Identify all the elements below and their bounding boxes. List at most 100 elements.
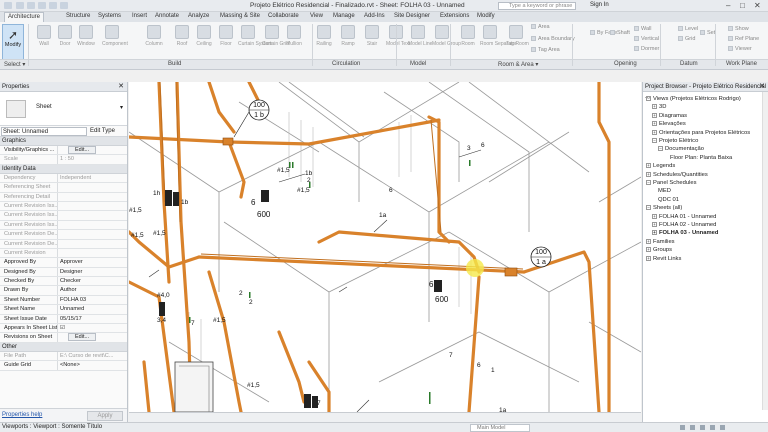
browser-item[interactable]: + Revit Links: [646, 255, 681, 262]
browser-item[interactable]: + Groups: [646, 247, 672, 253]
ribbon-group-label[interactable]: Circulation: [332, 61, 360, 67]
expand-icon[interactable]: +: [652, 129, 657, 135]
ribbon-tool-ramp[interactable]: Ramp: [338, 25, 358, 47]
tab-architecture[interactable]: Architecture: [4, 12, 45, 22]
ribbon-tool-mullion[interactable]: Mullion: [284, 25, 304, 47]
property-value[interactable]: 05/15/17: [58, 315, 127, 323]
browser-item[interactable]: + FOLHA 01 - Unnamed: [652, 213, 716, 220]
browser-item[interactable]: + Elevações: [652, 121, 686, 127]
property-value[interactable]: Designer: [58, 268, 127, 276]
ribbon-tool-model-group[interactable]: Model Group: [432, 25, 461, 47]
section-other[interactable]: Other: [0, 342, 127, 352]
property-value[interactable]: Edit...: [58, 146, 127, 154]
close-icon[interactable]: ✕: [118, 82, 124, 92]
ribbon-tool-model-line[interactable]: Model Line: [408, 25, 432, 47]
properties-help-link[interactable]: Properties help: [2, 412, 42, 418]
ribbon-tool-vertical[interactable]: Vertical: [634, 36, 659, 42]
ribbon-tool-column[interactable]: Column: [144, 25, 164, 47]
section-graphics[interactable]: Graphics: [0, 137, 127, 146]
ribbon-tool-tag-area[interactable]: Tag Area: [531, 47, 560, 53]
ribbon-group-label[interactable]: Room & Area ▾: [498, 61, 538, 68]
tab-structure[interactable]: Structure: [66, 13, 90, 19]
expand-icon[interactable]: +: [652, 121, 657, 127]
redo-icon[interactable]: [49, 2, 57, 9]
property-value[interactable]: Checker: [58, 277, 127, 285]
ribbon-tool-shaft[interactable]: Shaft: [610, 30, 630, 36]
expand-icon[interactable]: +: [646, 247, 651, 253]
ribbon-tool-curtain-grid[interactable]: Curtain Grid: [262, 25, 289, 47]
browser-item[interactable]: MED: [652, 188, 671, 194]
ribbon-tool-component[interactable]: Component: [102, 25, 128, 47]
tab-massing-site[interactable]: Massing & Site: [220, 13, 260, 19]
section-identity[interactable]: Identity Data: [0, 164, 127, 174]
property-value[interactable]: Author: [58, 286, 127, 294]
vertical-scrollbar[interactable]: [762, 92, 768, 410]
type-selector[interactable]: Sheet ▾: [0, 92, 127, 126]
ribbon-tool-ceiling[interactable]: Ceiling: [194, 25, 214, 47]
ribbon-group-label[interactable]: Model: [410, 61, 426, 67]
browser-item[interactable]: − Panel Schedules: [646, 180, 697, 186]
ribbon-tool-railing[interactable]: Railing: [314, 25, 334, 47]
close-button[interactable]: ✕: [754, 1, 761, 10]
browser-item[interactable]: + Diagramas: [652, 112, 687, 119]
ribbon-tool-stair[interactable]: Stair: [362, 25, 382, 47]
browser-item[interactable]: + Families: [646, 238, 675, 245]
tab-view[interactable]: View: [310, 13, 323, 19]
expand-icon[interactable]: +: [646, 163, 651, 169]
property-value[interactable]: ☑: [58, 324, 127, 332]
maximize-button[interactable]: □: [740, 1, 745, 10]
ribbon-tool-tag-room[interactable]: Tag Room: [506, 25, 529, 47]
select-links-icon[interactable]: [700, 425, 705, 430]
chevron-down-icon[interactable]: ▾: [120, 104, 123, 111]
close-icon[interactable]: ✕: [759, 82, 765, 92]
instance-dropdown[interactable]: Sheet: Unnamed: [1, 127, 87, 136]
electrical-panel[interactable]: [174, 361, 214, 412]
tab-manage[interactable]: Manage: [333, 13, 355, 19]
search-input[interactable]: Type a keyword or phrase: [498, 2, 576, 10]
revit-logo-icon[interactable]: [4, 2, 12, 9]
worksets-icon[interactable]: [680, 425, 685, 430]
collapse-icon[interactable]: −: [646, 96, 651, 101]
browser-item[interactable]: − Projeto Elétrico: [652, 138, 698, 144]
modify-button[interactable]: ➚ Modify: [2, 24, 24, 60]
active-model-dropdown[interactable]: Main Model: [470, 424, 530, 432]
browser-item[interactable]: + Orientações para Projetos Elétricos: [652, 129, 750, 136]
expand-icon[interactable]: +: [646, 171, 651, 177]
ribbon-group-label[interactable]: Opening: [614, 61, 637, 67]
undo-icon[interactable]: [38, 2, 46, 9]
ribbon-tool-area-boundary[interactable]: Area Boundary: [531, 36, 575, 42]
browser-item[interactable]: QDC 01: [652, 197, 679, 203]
filter-icon[interactable]: [720, 425, 725, 430]
drawing-canvas[interactable]: 100 1 b 100 1 a 1h 1b 6 600 6 600 #1,5 #1,5 #1,5…: [129, 82, 641, 412]
select-pinned-icon[interactable]: [710, 425, 715, 430]
ribbon-tool-wall[interactable]: Wall: [34, 25, 54, 47]
save-icon[interactable]: [27, 2, 35, 9]
browser-item[interactable]: + Schedules/Quantities: [646, 171, 708, 178]
property-value[interactable]: Unnamed: [58, 305, 127, 313]
property-value[interactable]: FOLHA 03: [58, 296, 127, 304]
expand-icon[interactable]: +: [646, 255, 651, 261]
collapse-icon[interactable]: −: [658, 146, 663, 152]
minimize-button[interactable]: –: [726, 1, 730, 10]
apply-button[interactable]: Apply: [87, 411, 123, 421]
ribbon-tool-curtain-system[interactable]: Curtain System: [238, 25, 272, 47]
edit-button[interactable]: Edit...: [68, 146, 97, 154]
tab-insert[interactable]: Insert: [132, 13, 147, 19]
expand-icon[interactable]: +: [652, 222, 657, 227]
ribbon-tool-show[interactable]: Show: [728, 26, 749, 32]
tab-add-ins[interactable]: Add-Ins: [364, 13, 385, 19]
tab-systems[interactable]: Systems: [98, 13, 121, 19]
browser-item[interactable]: + FOLHA 03 - Unnamed: [652, 230, 718, 236]
tab-site-designer[interactable]: Site Designer: [394, 13, 430, 19]
collapse-icon[interactable]: −: [646, 205, 651, 211]
ribbon-tool-viewer[interactable]: Viewer: [728, 46, 752, 52]
circuit-tag-1b[interactable]: 100 1 b: [233, 99, 270, 138]
ribbon-tool-roof[interactable]: Roof: [172, 25, 192, 47]
ribbon-tool-wall[interactable]: Wall: [634, 26, 652, 32]
browser-item[interactable]: − Documentação: [658, 146, 704, 152]
property-value[interactable]: Approver: [58, 258, 127, 266]
circuit-tag-1a[interactable]: 100 1 a: [530, 246, 552, 268]
ribbon-tool-window[interactable]: Window: [76, 25, 96, 47]
ribbon-group-label[interactable]: Build: [168, 61, 181, 67]
ribbon-tool-floor[interactable]: Floor: [216, 25, 236, 47]
